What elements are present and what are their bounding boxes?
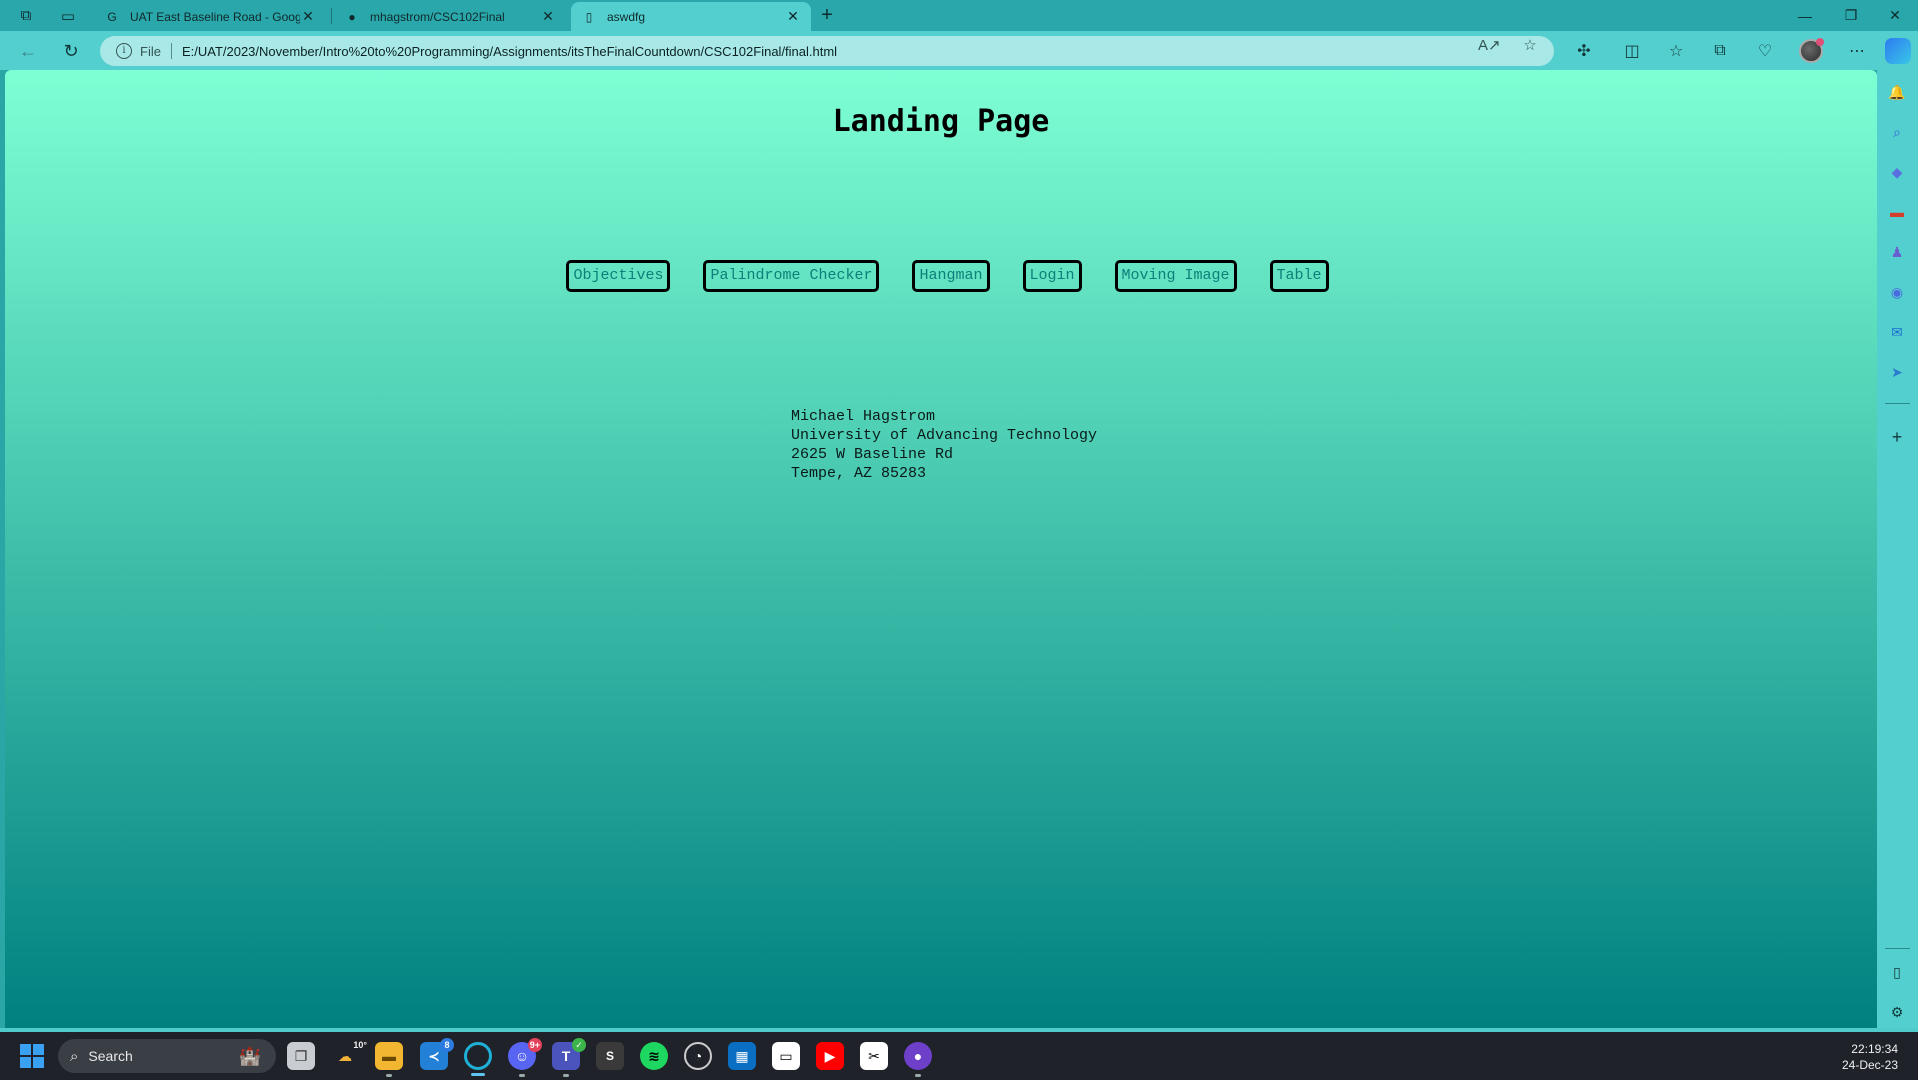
weather-icon[interactable]: ☁ 10° xyxy=(331,1040,367,1070)
tab-title: aswdfg xyxy=(607,9,646,24)
clock-time: 22:19:34 xyxy=(1851,1042,1898,1056)
shopping-icon[interactable]: ◆ xyxy=(1885,160,1909,184)
back-button[interactable]: ← xyxy=(13,36,43,66)
clock-date: 24-Dec-23 xyxy=(1841,1058,1898,1072)
tools-icon[interactable]: ▬ xyxy=(1885,200,1909,224)
page-nav: Objectives Palindrome Checker Hangman Lo… xyxy=(5,260,1877,292)
tab-title: mhagstrom/CSC102Final xyxy=(370,9,505,24)
task-view-icon[interactable]: ❐ xyxy=(287,1042,315,1070)
browser-essentials-icon[interactable]: ♡ xyxy=(1750,36,1780,66)
edge-sidebar: 🔔 ⌕ ◆ ▬ ♟ ◉ ✉ ➤ + ▯ ⚙ xyxy=(1877,70,1918,1028)
close-tab-icon[interactable]: ✕ xyxy=(540,8,556,25)
capcut-icon[interactable]: ✂ xyxy=(860,1042,888,1070)
refresh-button[interactable]: ↻ xyxy=(56,36,86,66)
tab-github[interactable]: ● mhagstrom/CSC102Final ✕ xyxy=(334,2,566,31)
nav-link-objectives[interactable]: Objectives xyxy=(566,260,671,292)
windows-taskbar: ⌕ Search 🏰 ❐ ☁ 10° ▬ ≺ 8 ☺ 9+ T ✓ S ≋ ◔ … xyxy=(0,1032,1918,1080)
sidebar-divider xyxy=(1885,948,1910,949)
search-placeholder: Search xyxy=(88,1048,133,1064)
tab-actions-icon[interactable]: ▭ xyxy=(50,0,86,31)
system-clock[interactable]: 22:19:34 24-Dec-23 xyxy=(1842,1041,1898,1073)
close-tab-icon[interactable]: ✕ xyxy=(785,8,801,25)
close-window-button[interactable]: ✕ xyxy=(1872,0,1918,31)
search-icon[interactable]: ⌕ xyxy=(1885,120,1909,144)
oculus-icon[interactable]: ▭ xyxy=(772,1042,800,1070)
read-aloud-icon[interactable]: A↗ xyxy=(1478,36,1501,56)
search-highlight-icon[interactable]: 🏰 xyxy=(230,1042,270,1070)
search-icon: ⌕ xyxy=(70,1047,79,1065)
youtube-icon[interactable]: ▶ xyxy=(816,1042,844,1070)
url-text[interactable]: E:/UAT/2023/November/Intro%20to%20Progra… xyxy=(182,44,837,59)
favorites-icon[interactable]: ☆ xyxy=(1661,36,1691,66)
profile-avatar[interactable] xyxy=(1799,38,1824,63)
address-street: 2625 W Baseline Rd xyxy=(791,446,954,463)
restore-button[interactable]: ❐ xyxy=(1828,0,1874,31)
tab-active-page[interactable]: ▯ aswdfg ✕ xyxy=(571,2,811,31)
sidebar-settings-icon[interactable]: ⚙ xyxy=(1885,1000,1909,1024)
vscode-badge: 8 xyxy=(440,1038,454,1052)
browser-title-bar: ⧉ ▭ G UAT East Baseline Road - Google ✕ … xyxy=(0,0,1918,31)
tab-divider xyxy=(331,8,332,24)
edge-icon[interactable] xyxy=(464,1042,492,1076)
minimize-button[interactable]: — xyxy=(1782,0,1828,31)
browser-toolbar: ← ↻ i File E:/UAT/2023/November/Intro%20… xyxy=(0,31,1918,70)
close-tab-icon[interactable]: ✕ xyxy=(300,8,316,25)
extensions-icon[interactable]: ✣ xyxy=(1569,36,1599,66)
google-icon: G xyxy=(107,9,117,24)
file-explorer-icon[interactable]: ▬ xyxy=(375,1042,403,1077)
microsoft-365-icon[interactable]: ◉ xyxy=(1885,280,1909,304)
nav-link-moving-image[interactable]: Moving Image xyxy=(1114,260,1237,292)
discord-badge: 9+ xyxy=(527,1038,542,1052)
hide-sidebar-icon[interactable]: ▯ xyxy=(1885,960,1909,984)
obs-icon[interactable]: ◔ xyxy=(684,1042,712,1070)
workspaces-icon[interactable]: ⧉ xyxy=(8,0,44,31)
page-title: Landing Page xyxy=(832,104,1050,139)
teams-icon[interactable]: T ✓ xyxy=(552,1038,586,1077)
address-org: University of Advancing Technology xyxy=(791,427,1098,444)
address-divider xyxy=(170,43,172,59)
weather-temp: 10° xyxy=(353,1040,367,1050)
start-button[interactable] xyxy=(20,1044,44,1068)
collections-icon[interactable]: ⧉ xyxy=(1705,36,1735,66)
games-icon[interactable]: ♟ xyxy=(1885,240,1909,264)
vscode-icon[interactable]: ≺ 8 xyxy=(420,1038,454,1070)
address-city: Tempe, AZ 85283 xyxy=(791,465,927,482)
sidebar-divider xyxy=(1885,403,1910,404)
discord-icon[interactable]: ☺ 9+ xyxy=(508,1038,542,1077)
contact-address: Michael Hagstrom University of Advancing… xyxy=(791,407,1097,483)
copilot-icon[interactable] xyxy=(1885,38,1911,64)
file-icon: ▯ xyxy=(585,9,593,24)
outlook-icon[interactable]: ✉ xyxy=(1885,320,1909,344)
nav-link-hangman[interactable]: Hangman xyxy=(912,260,990,292)
teams-status: ✓ xyxy=(572,1038,586,1052)
sticky-app-icon[interactable]: S xyxy=(596,1042,624,1070)
store-icon[interactable]: ▦ xyxy=(728,1042,756,1070)
address-bar[interactable]: i File E:/UAT/2023/November/Intro%20to%2… xyxy=(100,36,1554,66)
info-icon[interactable]: i xyxy=(116,43,132,59)
favorite-star-icon[interactable]: ☆ xyxy=(1519,36,1541,56)
spotify-icon[interactable]: ≋ xyxy=(640,1042,668,1070)
address-name: Michael Hagstrom xyxy=(791,408,936,425)
github-icon: ● xyxy=(348,9,356,24)
tab-google-maps[interactable]: G UAT East Baseline Road - Google ✕ xyxy=(94,2,326,31)
protocol-label: File xyxy=(140,43,161,59)
github-desktop-icon[interactable]: ● xyxy=(904,1042,932,1077)
page-viewport: Landing Page Objectives Palindrome Check… xyxy=(5,70,1877,1028)
nav-link-table[interactable]: Table xyxy=(1269,260,1329,292)
add-sidebar-app-icon[interactable]: + xyxy=(1885,425,1909,449)
new-tab-button[interactable]: + xyxy=(815,4,839,28)
nav-link-login[interactable]: Login xyxy=(1022,260,1082,292)
split-screen-icon[interactable]: ◫ xyxy=(1617,36,1647,66)
nav-link-palindrome-checker[interactable]: Palindrome Checker xyxy=(703,260,880,292)
notifications-icon[interactable]: 🔔 xyxy=(1885,80,1909,104)
tab-title: UAT East Baseline Road - Google xyxy=(130,9,300,24)
more-options-icon[interactable]: ⋯ xyxy=(1842,36,1872,66)
drop-icon[interactable]: ➤ xyxy=(1885,360,1909,384)
